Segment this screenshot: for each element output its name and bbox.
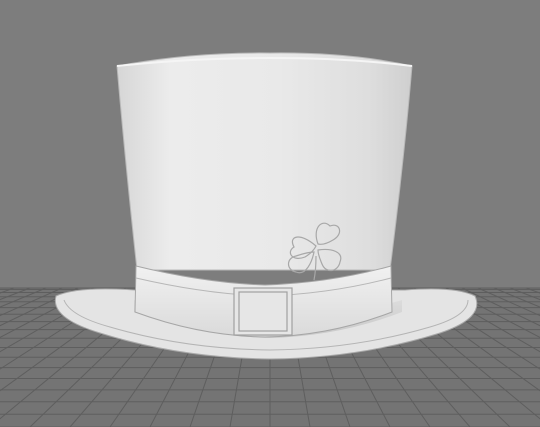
square-buckle-icon (233, 287, 293, 336)
3d-viewport[interactable] (0, 0, 540, 427)
hat-crown (116, 52, 413, 271)
viewport-render (0, 0, 540, 427)
